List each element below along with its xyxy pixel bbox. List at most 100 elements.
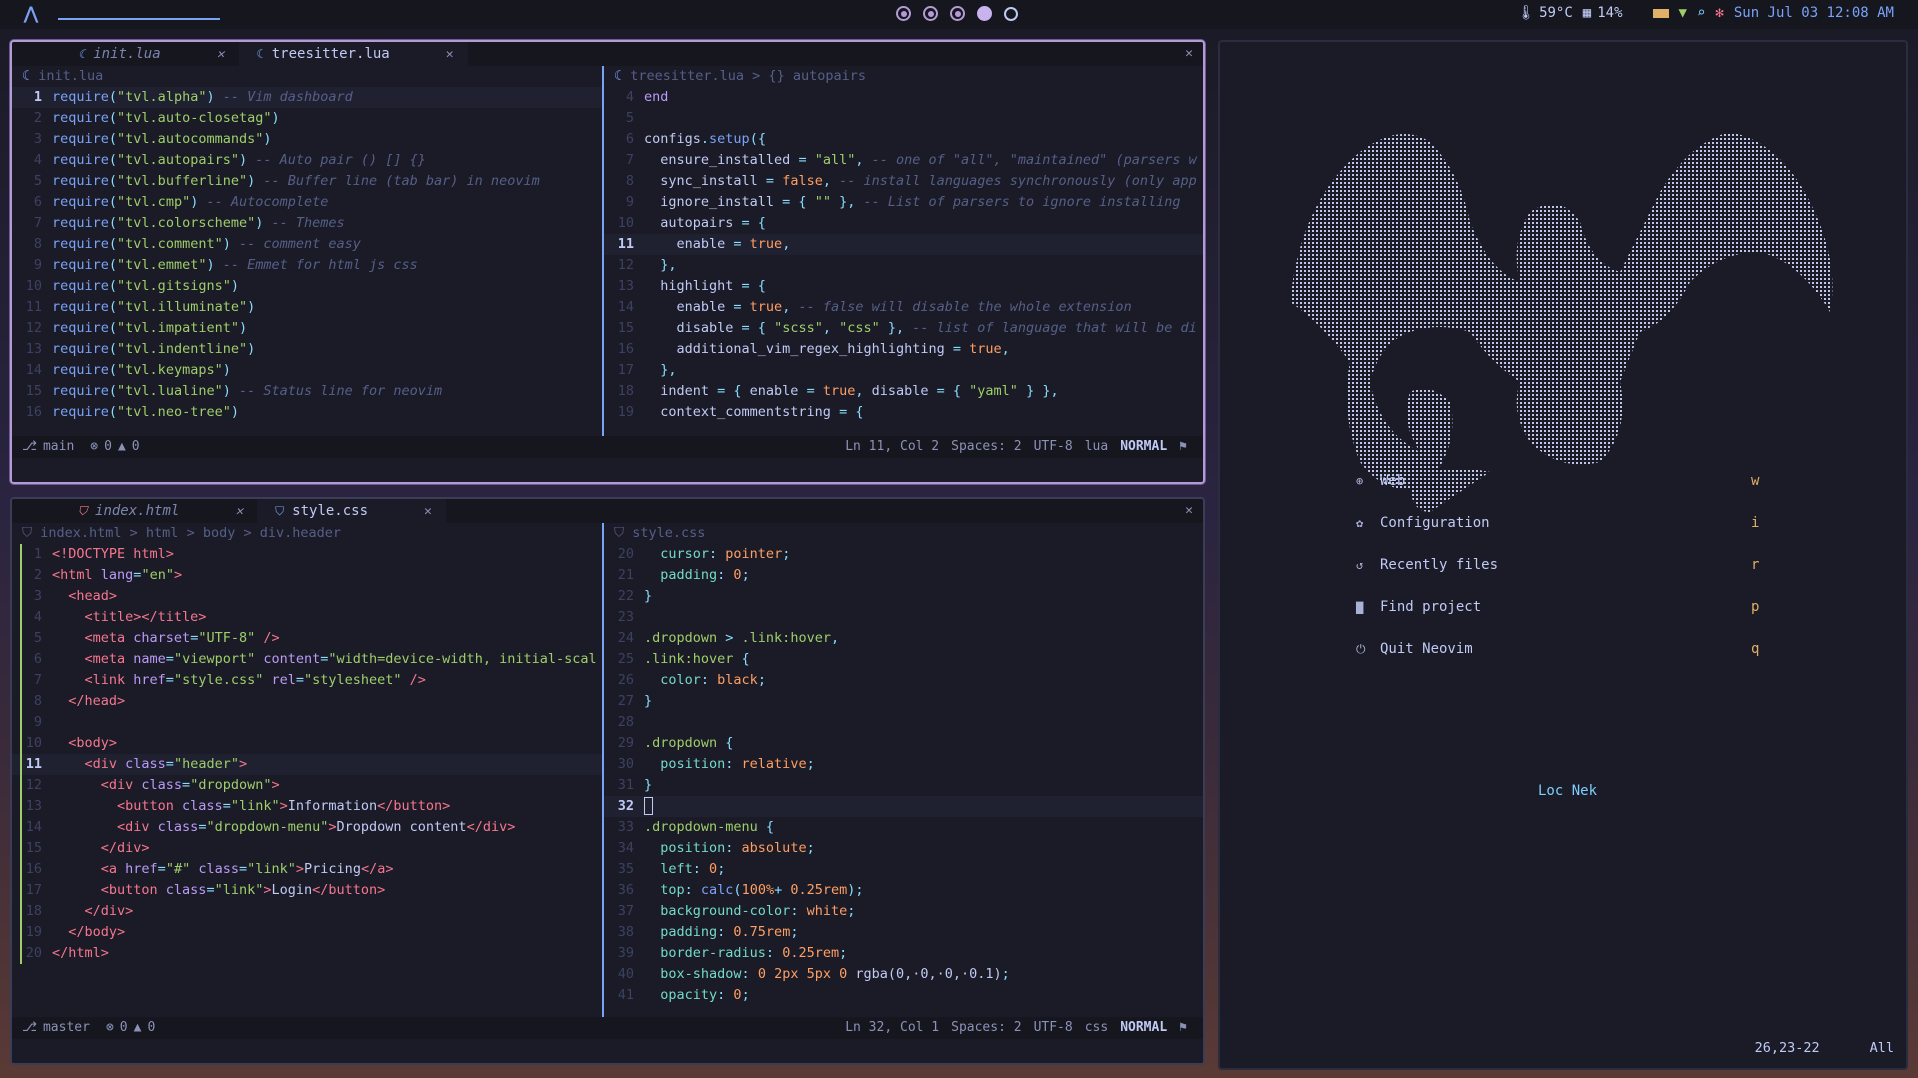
code-line[interactable]: 11 require("tvl.illuminate") [12, 297, 602, 318]
code-line[interactable]: 14 require("tvl.keymaps") [12, 360, 602, 381]
pane-left[interactable]: ☾ init.lua 1 require("tvl.alpha") -- Vim … [12, 66, 602, 436]
code-line[interactable]: 18 </div> [12, 901, 602, 922]
code-line[interactable]: 16 <a href="#" class="link">Pricing</a> [12, 859, 602, 880]
code-line[interactable]: 5 require("tvl.bufferline") -- Buffer lin… [12, 171, 602, 192]
tab-index-html[interactable]: ⛉ index.html ✕ [60, 499, 257, 523]
code-line[interactable]: 4 <title></title> [12, 607, 602, 628]
code-line[interactable]: 4 require("tvl.autopairs") -- Auto pair (… [12, 150, 602, 171]
settings-gear-icon[interactable]: ✻ [1715, 5, 1723, 21]
code-line[interactable]: 39 border-radius: 0.25rem; [604, 943, 1203, 964]
code-line[interactable]: 33 .dropdown-menu { [604, 817, 1203, 838]
code-line[interactable]: 14 enable = true, -- false will disable … [604, 297, 1203, 318]
code-line[interactable]: 6 <meta name="viewport" content="width=d… [12, 649, 602, 670]
code-view[interactable]: 1 <!DOCTYPE html> 2 <html lang="en"> 3 <head… [12, 544, 602, 964]
code-line[interactable]: 13 require("tvl.indentline") [12, 339, 602, 360]
workspace-5-dot[interactable] [1004, 6, 1018, 21]
code-line[interactable]: 12 require("tvl.impatient") [12, 318, 602, 339]
code-line[interactable]: 20 </html> [12, 943, 602, 964]
code-line[interactable]: 1 <!DOCTYPE html> [12, 544, 602, 565]
code-view[interactable]: 20 cursor: pointer; 21 padding: 0; 22} 23 24… [604, 544, 1203, 1006]
dashboard-item-web[interactable]: ⊕ Web w [1356, 470, 1759, 492]
dashboard-item-recent-files[interactable]: ↺ Recently files r [1356, 554, 1759, 576]
code-line[interactable]: 16 additional_vim_regex_highlighting = t… [604, 339, 1203, 360]
code-line[interactable]: 27} [604, 691, 1203, 712]
code-line[interactable]: 12 <div class="dropdown"> [12, 775, 602, 796]
code-line[interactable]: 35 left: 0; [604, 859, 1203, 880]
pane-left[interactable]: ⛉ index.html > html > body > div.header … [12, 523, 602, 1017]
code-line[interactable]: 36 top: calc(100%+ 0.25rem); [604, 880, 1203, 901]
neovim-dashboard-window[interactable]: ⊕ Web w ✿ Configuration i ↺ Recently files r ▇… [1218, 40, 1908, 1070]
editor-window-bottom[interactable]: ⛉ index.html ✕ ⛉ style.css ✕ ✕ ⛉ index.html … [10, 497, 1205, 1065]
code-line[interactable]: 15 require("tvl.lualine") -- Status line … [12, 381, 602, 402]
code-line[interactable]: 9 [12, 712, 602, 733]
close-icon[interactable]: ✕ [1185, 46, 1193, 61]
code-line[interactable]: 6 configs.setup({ [604, 129, 1203, 150]
code-line[interactable]: 10 autopairs = { [604, 213, 1203, 234]
code-line[interactable]: 8 require("tvl.comment") -- comment easy [12, 234, 602, 255]
code-line[interactable]: 7 ensure_installed = "all", -- one of "a… [604, 150, 1203, 171]
code-line[interactable]: 10 require("tvl.gitsigns") [12, 276, 602, 297]
code-line[interactable]: 7 require("tvl.colorscheme") -- Themes [12, 213, 602, 234]
code-line[interactable]: 6 require("tvl.cmp") -- Autocomplete [12, 192, 602, 213]
close-icon[interactable]: ✕ [1185, 503, 1193, 518]
pane-right[interactable]: ⛉ style.css 20 cursor: pointer; 21 paddin… [602, 523, 1203, 1017]
code-line[interactable]: 11 <div class="header"> [12, 754, 602, 775]
code-line[interactable]: 22} [604, 586, 1203, 607]
code-line[interactable]: 16 require("tvl.neo-tree") [12, 402, 602, 423]
code-line[interactable]: 41 opacity: 0; [604, 985, 1203, 1006]
code-line[interactable]: 5 [604, 108, 1203, 129]
arch-logo-icon[interactable]: ⋀ [24, 4, 38, 24]
code-line[interactable]: 15 disable = { "scss", "css" }, -- list … [604, 318, 1203, 339]
dashboard-item-configuration[interactable]: ✿ Configuration i [1356, 512, 1759, 534]
wifi-icon[interactable]: ▼ [1679, 5, 1687, 21]
code-line[interactable]: 4 end [604, 87, 1203, 108]
code-line[interactable]: 24 .dropdown > .link:hover, [604, 628, 1203, 649]
code-line[interactable]: 2 <html lang="en"> [12, 565, 602, 586]
code-line[interactable]: 3 <head> [12, 586, 602, 607]
code-line[interactable]: 29 .dropdown { [604, 733, 1203, 754]
tab-style-css[interactable]: ⛉ style.css ✕ [257, 499, 446, 523]
code-line[interactable]: 38 padding: 0.75rem; [604, 922, 1203, 943]
code-line[interactable]: 5 <meta charset="UTF-8" /> [12, 628, 602, 649]
code-line[interactable]: 17 <button class="link">Login</button> [12, 880, 602, 901]
code-line[interactable]: 40 box-shadow: 0 2px 5px 0 rgba(0,·0,·0,… [604, 964, 1203, 985]
close-icon[interactable]: ✕ [424, 504, 432, 519]
command-line[interactable] [12, 458, 1203, 482]
code-line[interactable]: 17 }, [604, 360, 1203, 381]
command-line[interactable] [12, 1039, 1203, 1063]
close-icon[interactable]: ✕ [446, 47, 454, 62]
code-line[interactable]: 12 }, [604, 255, 1203, 276]
close-icon[interactable]: ✕ [217, 47, 225, 62]
code-line[interactable]: 19 context_commentstring = { [604, 402, 1203, 423]
search-icon[interactable]: ⌕ [1697, 5, 1705, 21]
workspace-1-dot[interactable] [896, 6, 911, 21]
workspace-4-dot-active[interactable] [977, 6, 992, 21]
tab-treesitter-lua[interactable]: ☾ treesitter.lua ✕ [238, 42, 468, 66]
code-line[interactable]: 9 ignore_install = { "" }, -- List of pa… [604, 192, 1203, 213]
battery-icon[interactable] [1652, 8, 1669, 18]
code-line[interactable]: 8 </head> [12, 691, 602, 712]
code-line[interactable]: 1 require("tvl.alpha") -- Vim dashboard [12, 87, 602, 108]
code-line[interactable]: 15 </div> [12, 838, 602, 859]
pane-right[interactable]: ☾ treesitter.lua > {} autopairs 4 end 5 6 co… [602, 66, 1203, 436]
dashboard-item-quit[interactable]: ⏻ Quit Neovim q [1356, 638, 1759, 660]
workspace-3-dot[interactable] [950, 6, 965, 21]
code-line[interactable]: 10 <body> [12, 733, 602, 754]
workspace-2-dot[interactable] [923, 6, 938, 21]
code-line[interactable]: 18 indent = { enable = true, disable = {… [604, 381, 1203, 402]
editor-window-top[interactable]: ☾ init.lua ✕ ☾ treesitter.lua ✕ ✕ ☾ init.lua… [10, 40, 1205, 484]
code-line[interactable]: 13 <button class="link">Information</but… [12, 796, 602, 817]
code-line[interactable]: 19 </body> [12, 922, 602, 943]
code-line[interactable]: 23 [604, 607, 1203, 628]
code-line[interactable]: 28 [604, 712, 1203, 733]
code-line[interactable]: 13 highlight = { [604, 276, 1203, 297]
code-line[interactable]: 25 .link:hover { [604, 649, 1203, 670]
code-line[interactable]: 8 sync_install = false, -- install langu… [604, 171, 1203, 192]
code-line[interactable]: 31} [604, 775, 1203, 796]
code-line[interactable]: 37 background-color: white; [604, 901, 1203, 922]
code-view[interactable]: 1 require("tvl.alpha") -- Vim dashboard 2 r… [12, 87, 602, 423]
code-line[interactable]: 26 color: black; [604, 670, 1203, 691]
code-line[interactable]: 30 position: relative; [604, 754, 1203, 775]
code-line[interactable]: 20 cursor: pointer; [604, 544, 1203, 565]
close-icon[interactable]: ✕ [235, 504, 243, 519]
